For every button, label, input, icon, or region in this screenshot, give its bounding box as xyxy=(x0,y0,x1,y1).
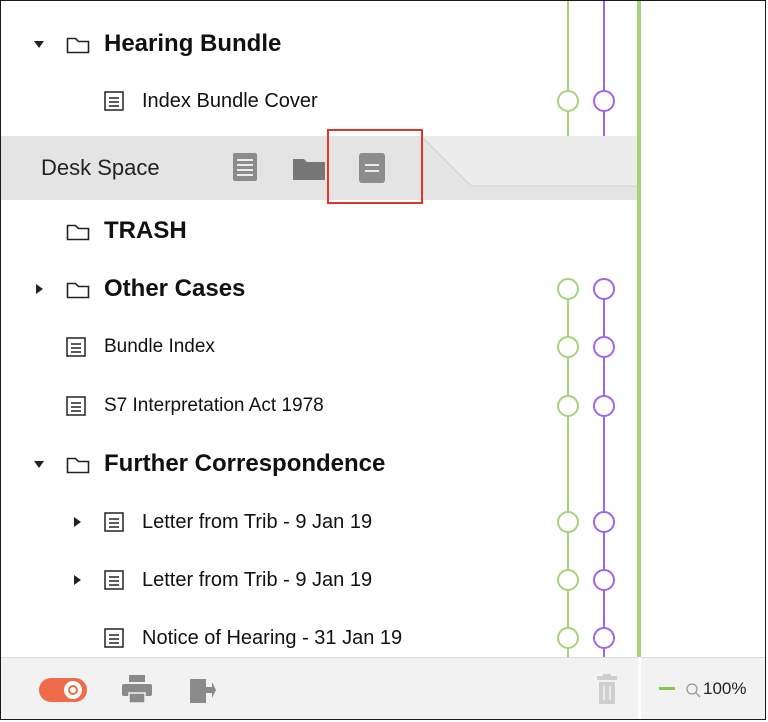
tree-row-other-cases[interactable]: Other Cases xyxy=(1,260,638,318)
folder-outline-icon xyxy=(66,222,90,241)
tree-row-label: S7 Interpretation Act 1978 xyxy=(104,395,324,416)
tree-row-label: Other Cases xyxy=(104,275,246,302)
desk-space-bar: Desk Space xyxy=(1,136,638,200)
document-icon xyxy=(66,396,86,416)
list-view-icon[interactable] xyxy=(233,153,257,181)
desk-space-label: Desk Space xyxy=(41,155,160,180)
minus-icon[interactable] xyxy=(659,687,675,690)
binder-panel: Hearing Bundle Index Bundle Cover Desk S… xyxy=(1,1,638,719)
folder-outline-icon xyxy=(66,280,90,299)
tree-row-hearing-bundle[interactable]: Hearing Bundle xyxy=(1,15,638,73)
search-icon[interactable] xyxy=(685,682,701,698)
folder-outline-icon xyxy=(66,35,90,54)
tree-row-letter-from-trib-2[interactable]: Letter from Trib - 9 Jan 19 xyxy=(1,551,638,609)
folder-outline-icon xyxy=(66,455,90,474)
tree-row-trash[interactable]: TRASH xyxy=(1,202,638,260)
trash-icon[interactable] xyxy=(595,674,619,704)
tree-row-label: Letter from Trib - 9 Jan 19 xyxy=(142,511,373,533)
tree-row-further-correspondence[interactable]: Further Correspondence xyxy=(1,435,638,493)
caret-down-icon[interactable] xyxy=(34,461,44,468)
document-icon xyxy=(66,337,86,357)
caret-down-icon[interactable] xyxy=(34,41,44,48)
document-icon xyxy=(104,91,124,111)
caret-right-icon[interactable] xyxy=(74,517,81,527)
print-icon[interactable] xyxy=(122,675,152,703)
tree-row-label: Further Correspondence xyxy=(104,450,386,477)
tree-row-label: Index Bundle Cover xyxy=(142,90,318,112)
zoom-level[interactable]: 100% xyxy=(703,658,746,719)
tree-row-label: TRASH xyxy=(104,217,187,244)
document-icon xyxy=(104,512,124,532)
folder-view-icon[interactable] xyxy=(293,156,325,180)
tree-row-index-bundle-cover[interactable]: Index Bundle Cover xyxy=(1,72,638,130)
caret-right-icon[interactable] xyxy=(74,575,81,585)
app-window: Hearing Bundle Index Bundle Cover Desk S… xyxy=(0,0,766,720)
editor-footer-toolbar: 100% xyxy=(641,657,765,719)
tree-row-label: Hearing Bundle xyxy=(104,30,282,57)
toggle-icon[interactable] xyxy=(39,678,87,702)
export-icon[interactable] xyxy=(190,673,216,703)
document-icon xyxy=(104,570,124,590)
tree-row-label: Letter from Trib - 9 Jan 19 xyxy=(142,569,373,591)
document-icon xyxy=(104,628,124,648)
binder-footer-toolbar xyxy=(1,657,638,719)
tree-row-s7-interpretation-act[interactable]: S7 Interpretation Act 1978 xyxy=(1,377,638,435)
tree-row-letter-from-trib-1[interactable]: Letter from Trib - 9 Jan 19 xyxy=(1,493,638,551)
tree-row-label: Bundle Index xyxy=(104,336,215,357)
editor-pane xyxy=(641,1,765,719)
active-tab-highlight xyxy=(327,129,423,204)
tree-row-bundle-index[interactable]: Bundle Index xyxy=(1,318,638,376)
caret-right-icon[interactable] xyxy=(36,284,43,294)
